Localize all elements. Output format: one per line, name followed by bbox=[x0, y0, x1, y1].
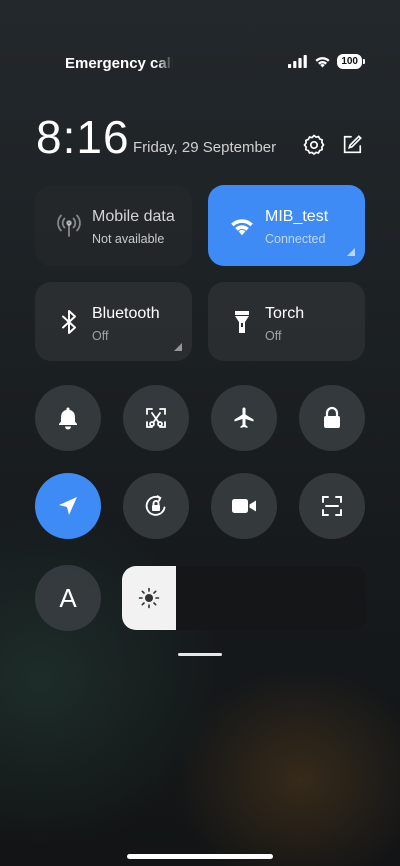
panel-drag-handle[interactable] bbox=[178, 653, 222, 656]
wifi-status: Connected bbox=[265, 232, 326, 246]
torch-status: Off bbox=[265, 329, 282, 343]
toggle-lock-screen[interactable] bbox=[299, 385, 365, 451]
auto-brightness-button[interactable]: A bbox=[35, 565, 101, 631]
edit-button[interactable] bbox=[340, 133, 364, 157]
toggle-mute[interactable] bbox=[35, 385, 101, 451]
toggle-screenshot[interactable] bbox=[123, 385, 189, 451]
bluetooth-title: Bluetooth bbox=[92, 305, 160, 322]
bluetooth-status: Off bbox=[92, 329, 109, 343]
tile-torch[interactable]: Torch Off bbox=[208, 282, 365, 361]
status-icons: 100 bbox=[288, 54, 365, 69]
scan-icon bbox=[322, 496, 342, 516]
expand-corner-icon[interactable] bbox=[347, 248, 355, 256]
gear-icon bbox=[303, 134, 325, 156]
status-carrier-text: Emergency calls only bbox=[65, 55, 173, 72]
battery-indicator: 100 bbox=[337, 54, 365, 69]
torch-title: Torch bbox=[265, 305, 305, 322]
screenshot-icon bbox=[146, 408, 166, 428]
bell-icon bbox=[59, 407, 77, 430]
toggle-screen-recorder[interactable] bbox=[211, 473, 277, 539]
expand-corner-icon[interactable] bbox=[174, 343, 182, 351]
date: Friday, 29 September bbox=[133, 139, 277, 156]
airplane-icon bbox=[234, 407, 254, 428]
toggle-location[interactable] bbox=[35, 473, 101, 539]
edit-icon bbox=[343, 135, 362, 154]
toggle-rotation-lock[interactable] bbox=[123, 473, 189, 539]
tile-wifi[interactable]: MIB_test Connected bbox=[208, 185, 365, 266]
clock: 8:16 bbox=[36, 111, 130, 163]
tile-bluetooth[interactable]: Bluetooth Off bbox=[35, 282, 192, 361]
wifi-network-name: MIB_test bbox=[265, 208, 329, 225]
brightness-slider-fill bbox=[122, 566, 176, 630]
signal-icon bbox=[288, 55, 308, 68]
bluetooth-icon bbox=[55, 308, 83, 336]
location-icon bbox=[59, 497, 77, 515]
tile-mobile-data[interactable]: Mobile data Not available bbox=[35, 185, 192, 266]
lock-icon bbox=[324, 406, 340, 428]
wifi-status-icon bbox=[315, 57, 330, 68]
toggle-scanner[interactable] bbox=[299, 473, 365, 539]
wifi-icon bbox=[228, 212, 256, 240]
antenna-icon bbox=[55, 212, 83, 240]
video-camera-icon bbox=[232, 499, 256, 513]
rotation-lock-icon bbox=[145, 495, 166, 516]
mobile-data-status: Not available bbox=[92, 232, 165, 246]
settings-button[interactable] bbox=[302, 133, 326, 157]
home-indicator[interactable] bbox=[127, 854, 273, 859]
mobile-data-title: Mobile data bbox=[92, 208, 175, 225]
auto-brightness-label: A bbox=[59, 582, 77, 613]
torch-icon bbox=[228, 308, 256, 336]
brightness-slider[interactable] bbox=[122, 566, 366, 630]
sun-icon bbox=[138, 587, 160, 609]
toggle-airplane-mode[interactable] bbox=[211, 385, 277, 451]
